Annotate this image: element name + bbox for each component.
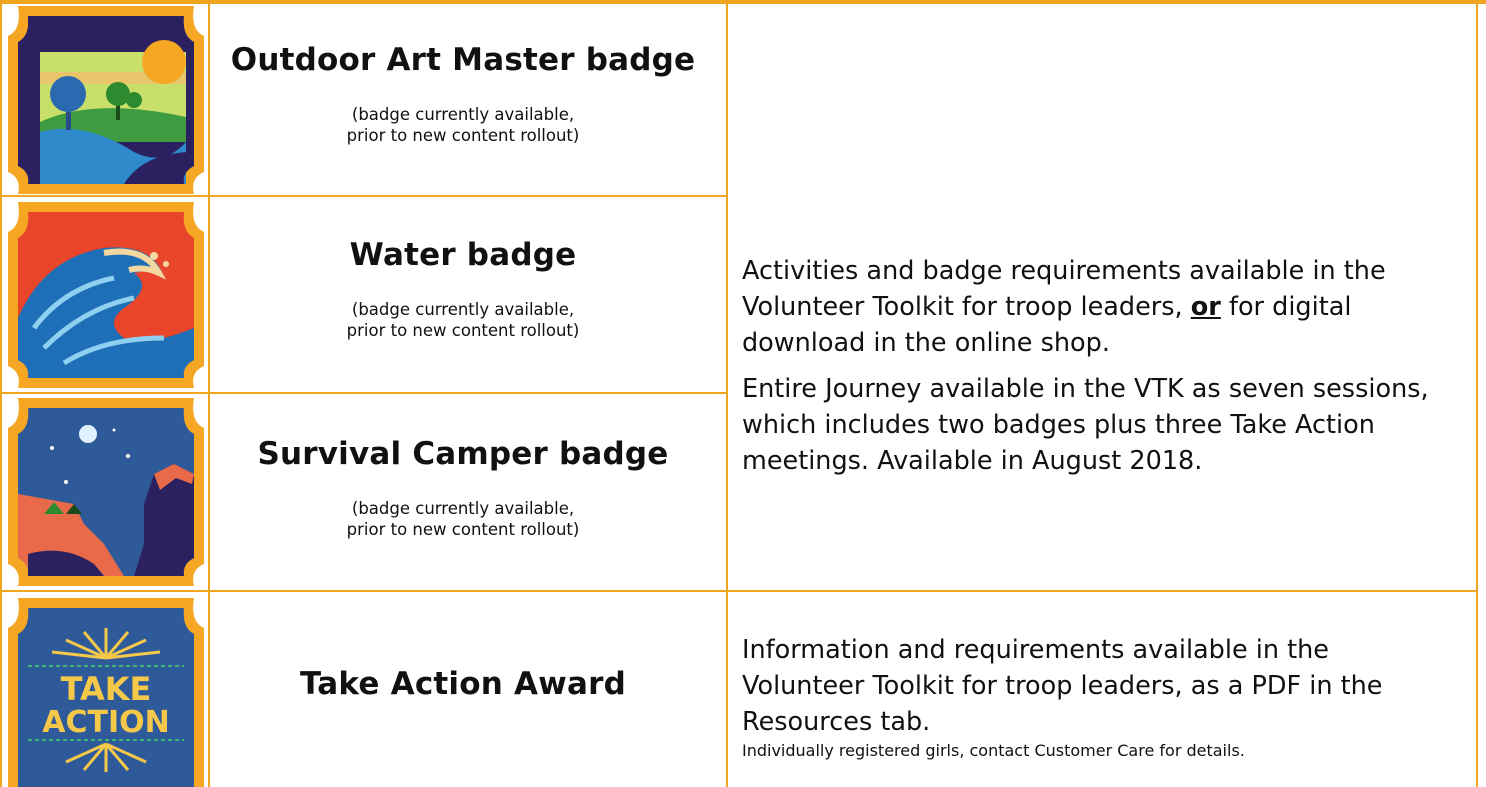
badge-note-line2: prior to new content rollout) — [346, 520, 580, 539]
badge-text-line1: TAKE — [61, 670, 152, 708]
water-badge-icon — [4, 198, 208, 392]
badge-cell-water: Water badge (badge currently available, … — [212, 237, 714, 341]
table-top-border — [0, 0, 1486, 4]
take-action-description: Information and requirements available i… — [742, 632, 1442, 762]
badge-title: Water badge — [349, 237, 577, 273]
take-action-main-text: Information and requirements available i… — [742, 635, 1383, 737]
description-paragraph-2: Entire Journey available in the VTK as s… — [742, 374, 1429, 476]
badge-note-line1: (badge currently available, — [351, 105, 575, 124]
badge-note-line2: prior to new content rollout) — [346, 126, 580, 145]
badge-cell-take-action: Take Action Award — [212, 666, 714, 702]
badge-title: Outdoor Art Master badge — [230, 42, 696, 78]
badge-title: Survival Camper badge — [257, 436, 669, 472]
or-emphasis: or — [1190, 292, 1221, 322]
badge-text-line2: ACTION — [42, 705, 169, 740]
badge-cell-survival-camper: Survival Camper badge (badge currently a… — [212, 436, 714, 540]
take-action-small-text: Individually registered girls, contact C… — [742, 741, 1245, 760]
badge-note-line1: (badge currently available, — [351, 499, 575, 518]
table-right-border — [1476, 0, 1478, 787]
survival-camper-badge-icon — [4, 394, 208, 590]
row-divider-3 — [0, 590, 1478, 592]
group-description: Activities and badge requirements availa… — [742, 253, 1442, 479]
description-paragraph-1: Activities and badge requirements availa… — [742, 253, 1442, 361]
take-action-badge-icon: TAKE ACTION — [4, 594, 208, 787]
badge-note-line2: prior to new content rollout) — [346, 321, 580, 340]
badge-title: Take Action Award — [299, 666, 627, 702]
badge-cell-outdoor-art: Outdoor Art Master badge (badge currentl… — [212, 42, 714, 146]
badge-note-line1: (badge currently available, — [351, 300, 575, 319]
outdoor-art-badge-icon — [4, 2, 208, 197]
